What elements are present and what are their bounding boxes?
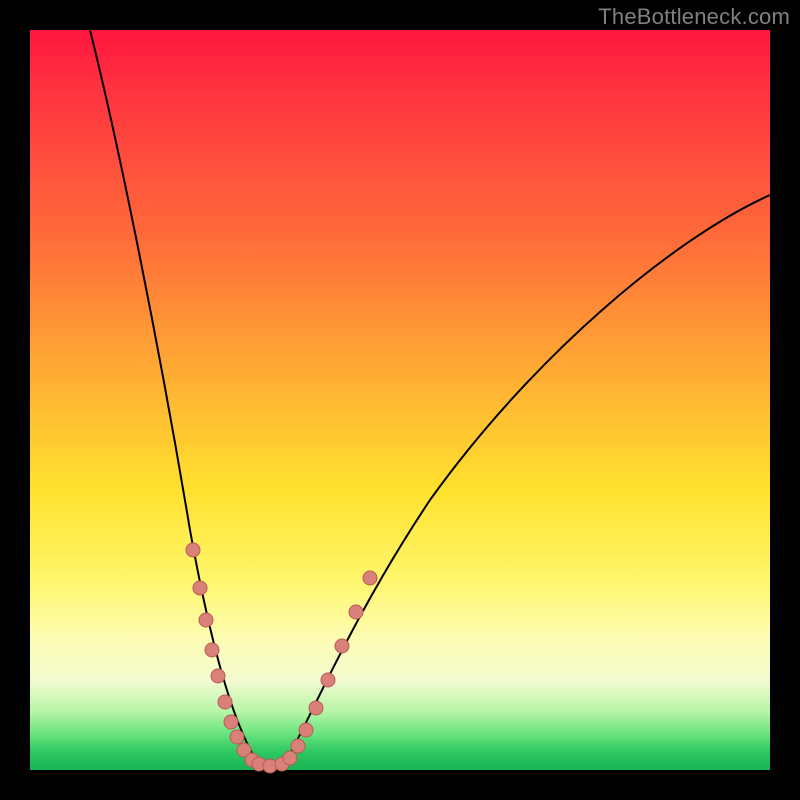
curve-svg xyxy=(30,30,770,770)
marker-dot xyxy=(193,581,207,595)
marker-dot xyxy=(186,543,200,557)
marker-dot xyxy=(335,639,349,653)
marker-dot xyxy=(321,673,335,687)
marker-dot xyxy=(349,605,363,619)
plot-area xyxy=(30,30,770,770)
marker-dot xyxy=(199,613,213,627)
marker-dot xyxy=(309,701,323,715)
marker-dot xyxy=(291,739,305,753)
marker-dot xyxy=(283,751,297,765)
chart-container: TheBottleneck.com xyxy=(0,0,800,800)
left-curve xyxy=(90,30,258,763)
marker-dot xyxy=(299,723,313,737)
marker-dot xyxy=(205,643,219,657)
marker-dot xyxy=(363,571,377,585)
marker-dot xyxy=(230,730,244,744)
marker-dot xyxy=(211,669,225,683)
right-curve xyxy=(285,195,770,763)
watermark-text: TheBottleneck.com xyxy=(598,4,790,30)
marker-dot xyxy=(218,695,232,709)
marker-dot xyxy=(224,715,238,729)
